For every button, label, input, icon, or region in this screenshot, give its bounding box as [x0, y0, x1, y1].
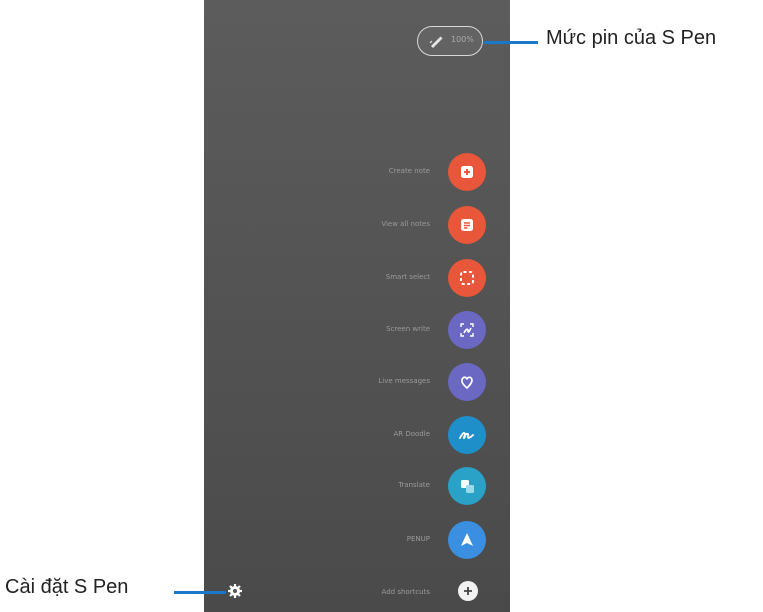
settings-callout-line: [174, 591, 226, 594]
penup-icon[interactable]: [448, 521, 486, 559]
battery-percent: 100%: [451, 35, 474, 44]
menu-item-label: Live messages: [378, 377, 430, 385]
menu-item-label: Create note: [388, 167, 430, 175]
menu-item-view-all-notes[interactable]: View all notes: [204, 206, 510, 246]
view-all-notes-icon[interactable]: [448, 206, 486, 244]
settings-icon[interactable]: [227, 583, 243, 599]
menu-item-label: AR Doodle: [393, 430, 430, 438]
create-note-icon[interactable]: [448, 153, 486, 191]
translate-icon[interactable]: [448, 467, 486, 505]
menu-item-create-note[interactable]: Create note: [204, 153, 510, 193]
menu-item-ar-doodle[interactable]: AR Doodle: [204, 416, 510, 456]
s-pen-icon: [429, 36, 443, 48]
battery-callout-line: [484, 41, 538, 44]
menu-item-label: Screen write: [386, 325, 430, 333]
s-pen-battery-indicator: 100%: [417, 26, 483, 56]
menu-item-live-messages[interactable]: Live messages: [204, 363, 510, 403]
menu-item-screen-write[interactable]: Screen write: [204, 311, 510, 351]
ar-doodle-icon[interactable]: [448, 416, 486, 454]
smart-select-icon[interactable]: [448, 259, 486, 297]
menu-item-label: Add shortcuts: [381, 588, 430, 596]
air-command-panel: 100% Create note View all notes Smart se…: [204, 0, 510, 612]
menu-item-penup[interactable]: PENUP: [204, 521, 510, 561]
battery-callout-label: Mức pin của S Pen: [546, 27, 717, 49]
menu-item-label: Translate: [398, 481, 430, 489]
menu-item-label: Smart select: [385, 273, 430, 281]
menu-item-label: PENUP: [406, 535, 430, 543]
menu-item-smart-select[interactable]: Smart select: [204, 259, 510, 299]
menu-item-label: View all notes: [381, 220, 430, 228]
live-messages-icon[interactable]: [448, 363, 486, 401]
settings-callout-label: Cài đặt S Pen: [5, 576, 129, 598]
add-shortcuts-icon[interactable]: [458, 581, 478, 601]
menu-item-translate[interactable]: Translate: [204, 467, 510, 507]
screen-write-icon[interactable]: [448, 311, 486, 349]
